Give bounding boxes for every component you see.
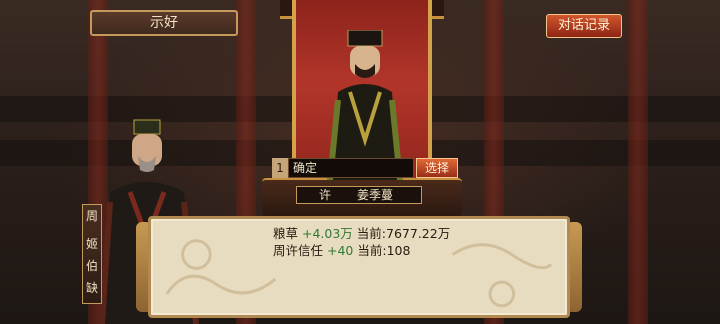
choice-number: 1 bbox=[272, 158, 288, 178]
name-plate-family: 周 bbox=[85, 209, 98, 223]
action-tab: 示好 bbox=[90, 10, 238, 36]
speaker-state: 许 bbox=[319, 188, 332, 202]
dialog-panel: 粮草 +4.03万 当前:7677.22万 周许信任 +40 当前:108 bbox=[148, 216, 570, 318]
dialog-line-grain: 粮草 +4.03万 当前:7677.22万 bbox=[273, 226, 451, 241]
speaker-strip: 许 姜季蔓 bbox=[296, 186, 422, 204]
dialog-log-button[interactable]: 对话记录 bbox=[546, 14, 622, 38]
dialog-text: 粮草 +4.03万 当前:7677.22万 周许信任 +40 当前:108 bbox=[273, 225, 450, 259]
name-plate-char: 缺 bbox=[85, 281, 98, 295]
name-plate-char: 姬 bbox=[85, 237, 98, 251]
name-plate-char: 伯 bbox=[85, 259, 98, 273]
action-tab-label: 示好 bbox=[150, 15, 178, 31]
official-name-plate: 周 姬 伯 缺 bbox=[82, 204, 102, 304]
choice-option[interactable]: 确定 bbox=[288, 158, 414, 178]
select-button[interactable]: 选择 bbox=[416, 158, 458, 178]
speaker-name: 姜季蔓 bbox=[357, 188, 394, 202]
dialog-line-trust: 周许信任 +40 当前:108 bbox=[273, 243, 411, 258]
background-pillar bbox=[628, 0, 648, 324]
choice-row: 1 确定 选择 bbox=[272, 158, 458, 178]
